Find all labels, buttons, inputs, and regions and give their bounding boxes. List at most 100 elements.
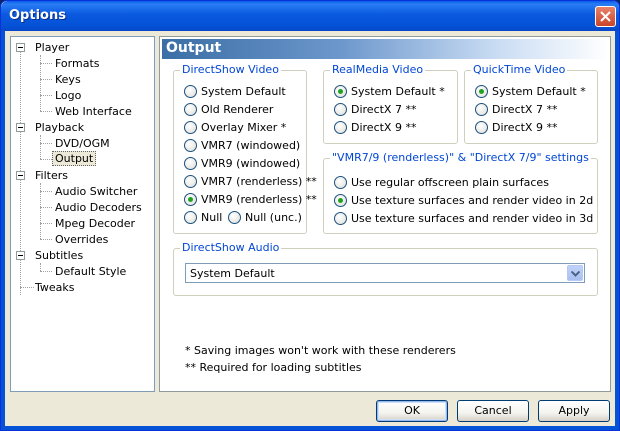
radio-label: Old Renderer (201, 103, 274, 116)
radio-icon (184, 85, 197, 98)
radio-label: Use regular offscreen plain surfaces (351, 176, 549, 189)
realmedia-video-label: RealMedia Video (330, 63, 426, 76)
radio-checked-icon (475, 85, 488, 98)
radio-checked-icon (184, 193, 197, 206)
collapse-icon[interactable] (16, 43, 25, 52)
tree-item-keys[interactable]: Keys (53, 72, 83, 87)
tree-item-output[interactable]: Output (52, 151, 97, 166)
tree-item-overrides[interactable]: Overrides (53, 232, 110, 247)
tree-item-web-interface[interactable]: Web Interface (53, 104, 134, 119)
dsv-null-radio[interactable]: Null (184, 211, 222, 225)
tree-line (40, 63, 52, 64)
dsv-vmr9-renderless-radio[interactable]: VMR9 (renderless) ** (184, 193, 317, 207)
regular-offscreen-surfaces-radio[interactable]: Use regular offscreen plain surfaces (334, 176, 549, 190)
radio-label: VMR9 (renderless) ** (201, 193, 317, 206)
collapse-icon[interactable] (16, 171, 25, 180)
tree-item-default-style[interactable]: Default Style (53, 264, 128, 279)
radio-icon (334, 121, 347, 134)
texture-surfaces-3d-radio[interactable]: Use texture surfaces and render video in… (334, 212, 593, 226)
options-tree[interactable]: Player Formats Keys Logo Web Interface P… (10, 36, 155, 392)
rm-system-default-radio[interactable]: System Default * (334, 85, 445, 99)
radio-checked-icon (334, 194, 347, 207)
cancel-button[interactable]: Cancel (457, 400, 529, 422)
tree-item-audio-decoders[interactable]: Audio Decoders (53, 200, 144, 215)
tree-item-filters[interactable]: Filters (33, 168, 70, 183)
tree-item-formats[interactable]: Formats (53, 56, 102, 71)
tree-item-mpeg-decoder[interactable]: Mpeg Decoder (53, 216, 137, 231)
directshow-audio-value: System Default (190, 267, 275, 280)
page-header: Output (162, 39, 608, 59)
dropdown-arrow-button[interactable] (567, 265, 583, 281)
radio-label: DirectX 9 ** (492, 121, 558, 134)
tree-line (40, 79, 52, 80)
radio-label: Overlay Mixer * (201, 121, 287, 134)
dsv-null-unc-radio[interactable]: Null (unc.) (228, 211, 302, 225)
radio-label: VMR7 (windowed) (201, 139, 301, 152)
tree-item-logo[interactable]: Logo (53, 88, 83, 103)
tree-item-player[interactable]: Player (33, 40, 71, 55)
tree-item-tweaks[interactable]: Tweaks (33, 280, 77, 295)
tree-line (40, 135, 41, 159)
directshow-video-group: DirectShow Video System Default Old Rend… (173, 63, 317, 234)
renderless-settings-group: "VMR7/9 (renderless)" & "DirectX 7/9" se… (323, 151, 598, 234)
radio-label: System Default (201, 85, 286, 98)
radio-label: Null (unc.) (245, 211, 302, 224)
radio-icon (228, 211, 241, 224)
radio-label: Null (201, 211, 223, 224)
qt-system-default-radio[interactable]: System Default * (475, 85, 586, 99)
radio-label: DirectX 9 ** (351, 121, 417, 134)
tree-line (40, 271, 52, 272)
directshow-audio-select[interactable]: System Default (185, 263, 585, 283)
directshow-audio-label: DirectShow Audio (180, 241, 282, 254)
radio-icon (475, 121, 488, 134)
radio-label: DirectX 7 ** (492, 103, 558, 116)
radio-label: System Default * (492, 85, 586, 98)
dsv-old-renderer-radio[interactable]: Old Renderer (184, 103, 273, 117)
radio-label: System Default * (351, 85, 445, 98)
radio-icon (334, 212, 347, 225)
quicktime-video-group: QuickTime Video System Default * DirectX… (464, 63, 598, 144)
qt-directx7-radio[interactable]: DirectX 7 ** (475, 103, 557, 117)
title-bar[interactable]: Options (1, 1, 619, 31)
radio-label: VMR7 (renderless) ** (201, 175, 317, 188)
rm-directx7-radio[interactable]: DirectX 7 ** (334, 103, 416, 117)
page-title: Output (166, 40, 222, 56)
realmedia-video-group: RealMedia Video System Default * DirectX… (323, 63, 458, 144)
tree-item-playback[interactable]: Playback (33, 120, 86, 135)
tree-line (40, 159, 52, 160)
dsv-vmr9-windowed-radio[interactable]: VMR9 (windowed) (184, 157, 300, 171)
tree-item-subtitles[interactable]: Subtitles (33, 248, 85, 263)
close-button[interactable] (595, 6, 616, 27)
radio-icon (184, 211, 197, 224)
dsv-vmr7-renderless-radio[interactable]: VMR7 (renderless) ** (184, 175, 317, 189)
radio-icon (184, 157, 197, 170)
tree-line (40, 143, 52, 144)
tree-line (40, 263, 41, 271)
radio-icon (184, 121, 197, 134)
radio-label: VMR9 (windowed) (201, 157, 301, 170)
output-settings-panel: Output DirectShow Video System Default O… (159, 36, 611, 392)
qt-directx9-radio[interactable]: DirectX 9 ** (475, 121, 557, 135)
tree-line (40, 239, 52, 240)
radio-icon (334, 176, 347, 189)
collapse-icon[interactable] (16, 123, 25, 132)
dsv-vmr7-windowed-radio[interactable]: VMR7 (windowed) (184, 139, 300, 153)
footnote-saving-images: * Saving images won't work with these re… (185, 344, 456, 357)
directshow-video-label: DirectShow Video (180, 63, 281, 76)
dsv-overlay-mixer-radio[interactable]: Overlay Mixer * (184, 121, 286, 135)
tree-line (40, 111, 52, 112)
window-title: Options (9, 8, 66, 23)
apply-button[interactable]: Apply (538, 400, 610, 422)
window-frame-left (1, 31, 5, 430)
tree-item-audio-switcher[interactable]: Audio Switcher (53, 184, 139, 199)
texture-surfaces-2d-radio[interactable]: Use texture surfaces and render video in… (334, 194, 593, 208)
footnote-required-subtitles: ** Required for loading subtitles (185, 361, 362, 374)
tree-line (40, 95, 52, 96)
dsv-system-default-radio[interactable]: System Default (184, 85, 286, 99)
collapse-icon[interactable] (16, 251, 25, 260)
ok-button[interactable]: OK (376, 400, 448, 422)
radio-label: DirectX 7 ** (351, 103, 417, 116)
tree-item-dvd-ogm[interactable]: DVD/OGM (53, 136, 112, 151)
radio-icon (184, 103, 197, 116)
rm-directx9-radio[interactable]: DirectX 9 ** (334, 121, 416, 135)
